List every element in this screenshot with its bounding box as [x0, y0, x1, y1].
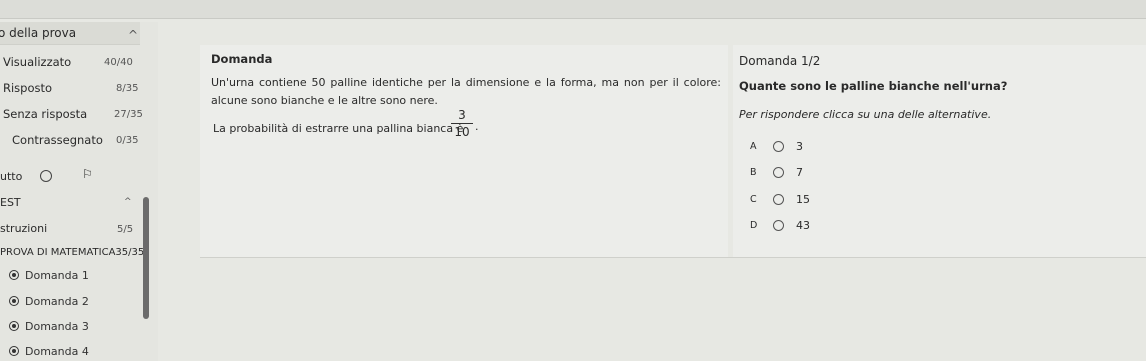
option-c-value[interactable]: 15: [796, 193, 810, 206]
question-title: Domanda: [211, 52, 273, 66]
sidebar-header[interactable]: o della prova ^: [0, 22, 140, 45]
stat-contrassegnato-label: Contrassegnato: [12, 133, 103, 147]
istruzioni-label[interactable]: struzioni: [0, 222, 47, 235]
option-b-letter: B: [750, 167, 757, 178]
stat-senza-risposta-value: 27/35: [114, 109, 143, 120]
radio-icon: [9, 270, 19, 280]
radio-icon: [9, 296, 19, 306]
sidebar-scrollbar[interactable]: [143, 197, 149, 319]
nav-item-label: Domanda 2: [25, 295, 89, 308]
nav-item-label: Domanda 4: [25, 345, 89, 358]
sidebar: o della prova ^: [0, 22, 158, 361]
stat-risposto-value: 8/35: [116, 83, 139, 94]
fraction-denominator: 10: [454, 125, 470, 139]
option-d-radio[interactable]: [773, 220, 784, 231]
stat-visualizzato-label: Visualizzato: [3, 55, 72, 69]
answer-instructions: Per rispondere clicca su una delle alter…: [739, 108, 992, 121]
flag-icon[interactable]: ⚐: [82, 167, 93, 181]
option-b-radio[interactable]: [773, 167, 784, 178]
section-label[interactable]: PROVA DI MATEMATICA35/35: [0, 247, 144, 258]
nav-item-label: Domanda 1: [25, 269, 89, 282]
option-a-radio[interactable]: [773, 141, 784, 152]
probability-fraction: 3 10: [451, 108, 473, 139]
istruzioni-count: 5/5: [117, 224, 134, 235]
sidebar-header-title: o della prova: [0, 26, 77, 40]
stat-risposto-label: Risposto: [3, 81, 53, 95]
option-d-letter: D: [750, 220, 758, 231]
fraction-period: .: [475, 120, 479, 133]
circle-tool-icon[interactable]: [40, 170, 52, 182]
divider: [200, 257, 1146, 258]
answer-panel: [733, 45, 1146, 257]
chevron-up-icon[interactable]: ^: [128, 28, 138, 42]
nav-item-domanda-4[interactable]: Domanda 4: [9, 345, 89, 358]
nav-item-domanda-3[interactable]: Domanda 3: [9, 320, 89, 333]
chevron-up-icon[interactable]: ^: [124, 197, 132, 207]
nav-item-domanda-1[interactable]: Domanda 1: [9, 269, 89, 282]
option-c-letter: C: [750, 194, 757, 205]
stat-contrassegnato-value: 0/35: [116, 135, 139, 146]
fraction-numerator: 3: [451, 108, 473, 124]
test-label: EST: [0, 196, 21, 209]
option-d-value[interactable]: 43: [796, 219, 810, 232]
stat-visualizzato-value: 40/40: [104, 57, 133, 68]
top-bar: [0, 0, 1146, 19]
nav-item-domanda-2[interactable]: Domanda 2: [9, 295, 89, 308]
tools-label: utto: [0, 170, 23, 183]
radio-icon: [9, 346, 19, 356]
option-a-value[interactable]: 3: [796, 140, 803, 153]
option-a-letter: A: [750, 141, 757, 152]
answer-question: Quante sono le palline bianche nell'urna…: [739, 79, 1008, 93]
nav-item-label: Domanda 3: [25, 320, 89, 333]
answer-title: Domanda 1/2: [739, 54, 821, 68]
option-b-value[interactable]: 7: [796, 166, 803, 179]
option-c-radio[interactable]: [773, 194, 784, 205]
question-text: Un'urna contiene 50 palline identiche pe…: [211, 76, 721, 107]
probability-text: La probabilità di estrarre una pallina b…: [213, 122, 464, 135]
radio-icon: [9, 321, 19, 331]
stat-senza-risposta-label: Senza risposta: [3, 107, 88, 121]
